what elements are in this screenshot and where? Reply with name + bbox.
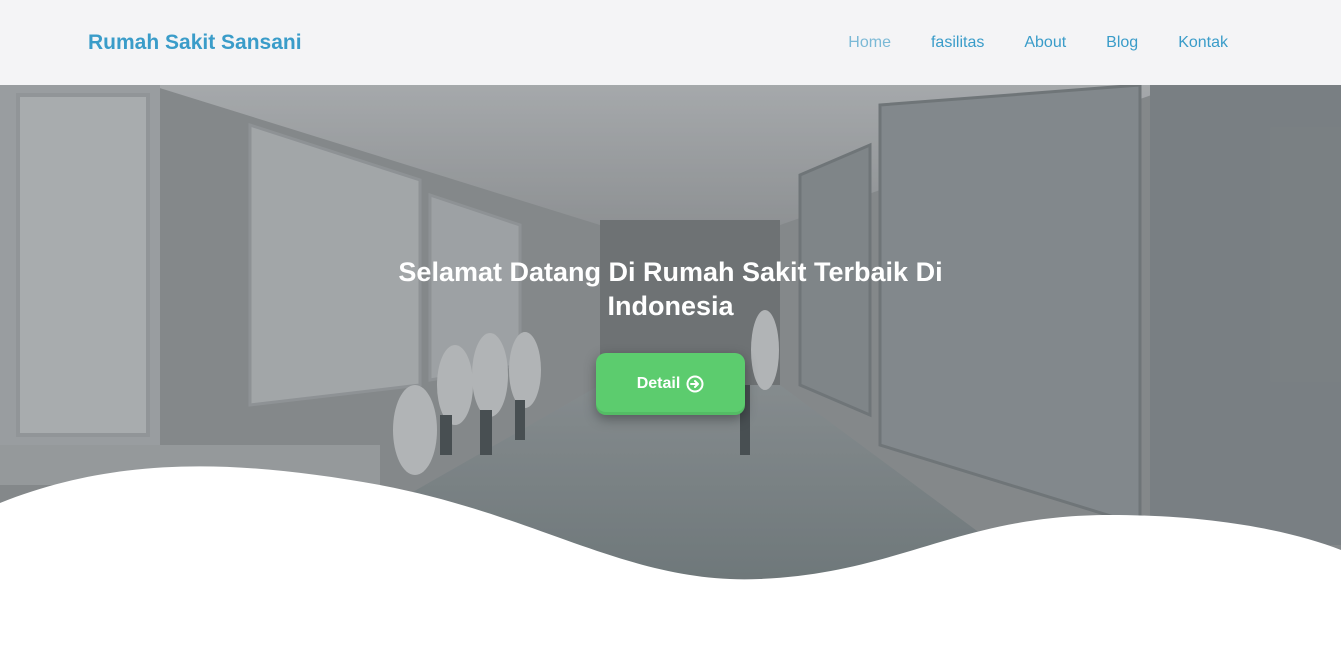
nav-link-fasilitas[interactable]: fasilitas — [931, 34, 984, 52]
brand-logo-link[interactable]: Rumah Sakit Sansani — [88, 31, 302, 55]
nav-menu: Home fasilitas About Blog Kontak — [848, 34, 1228, 52]
hero-content: Selamat Datang Di Rumah Sakit Terbaik Di… — [0, 255, 1341, 415]
hero-section: Selamat Datang Di Rumah Sakit Terbaik Di… — [0, 85, 1341, 585]
nav-link-blog[interactable]: Blog — [1106, 34, 1138, 52]
nav-link-home[interactable]: Home — [848, 34, 891, 52]
detail-button-label: Detail — [636, 375, 681, 392]
hero-title: Selamat Datang Di Rumah Sakit Terbaik Di… — [398, 257, 943, 321]
arrow-circle-right-icon — [686, 375, 704, 393]
detail-button[interactable]: Detail — [596, 353, 745, 415]
nav-link-about[interactable]: About — [1024, 34, 1066, 52]
navbar: Rumah Sakit Sansani Home fasilitas About… — [0, 0, 1341, 85]
nav-link-kontak[interactable]: Kontak — [1178, 34, 1228, 52]
